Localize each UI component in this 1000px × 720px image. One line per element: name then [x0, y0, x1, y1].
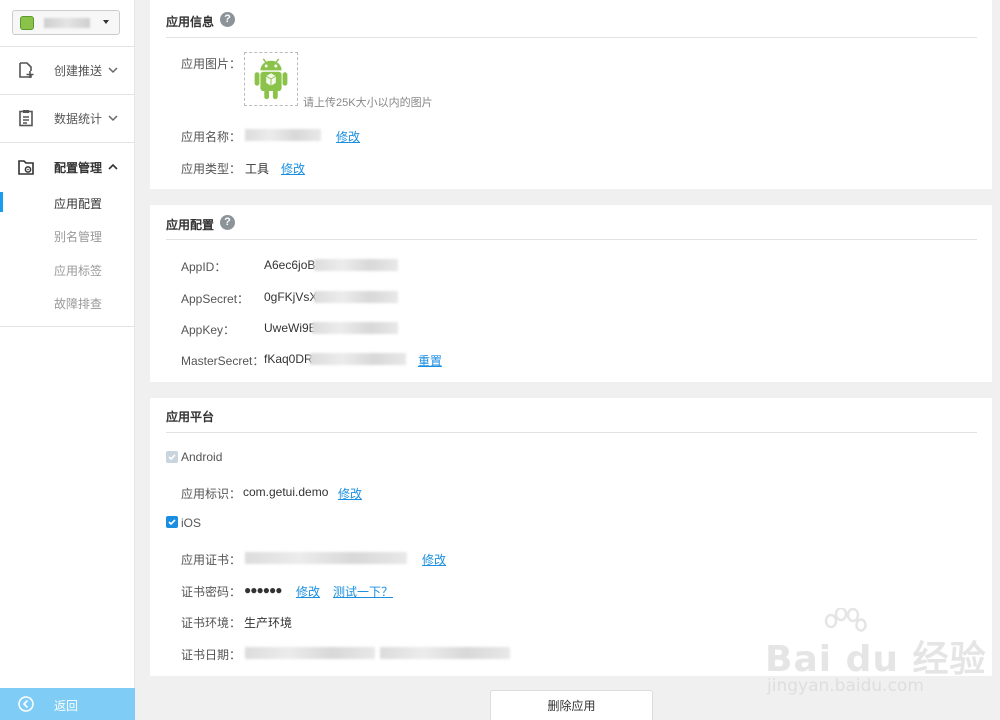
app-name-blurred — [44, 17, 90, 28]
folder-gear-icon — [18, 160, 34, 175]
mastersecret-label: MasterSecret： — [181, 354, 265, 368]
active-indicator — [0, 192, 3, 212]
app-name-blurred — [245, 129, 321, 141]
panel-title: 应用信息 — [166, 15, 215, 29]
back-label: 返回 — [54, 699, 79, 713]
divider — [0, 94, 135, 95]
image-size-hint: 请上传25K大小以内的图片 — [303, 97, 433, 109]
edit-app-name-link[interactable]: 修改 — [336, 128, 360, 145]
watermark-text: Bai du 经验 — [765, 639, 987, 680]
panel-title: 应用配置 — [166, 218, 215, 232]
back-button[interactable]: 返回 — [0, 688, 135, 720]
appid-blurred — [314, 259, 398, 271]
add-doc-icon — [19, 62, 34, 78]
nav-label: 数据统计 — [54, 111, 103, 126]
cert-date-end-blurred — [380, 647, 510, 659]
baidu-watermark: Bai du 经验 jingyan.baidu.com — [765, 608, 995, 700]
app-selector[interactable] — [12, 10, 120, 35]
app-image-label: 应用图片： — [181, 57, 242, 71]
appkey-value: UweWi9E — [264, 321, 317, 335]
test-password-link[interactable]: 测试一下？ — [333, 583, 393, 600]
mastersecret-value: fKaq0DR — [264, 352, 313, 366]
divider — [0, 46, 135, 47]
divider — [0, 326, 135, 327]
nav-create-push[interactable]: 创建推送 — [0, 59, 135, 81]
app-type-label: 应用类型： — [181, 162, 242, 176]
delete-app-button[interactable]: 删除应用 — [490, 690, 653, 720]
edit-password-link[interactable]: 修改 — [296, 583, 320, 600]
watermark-url: jingyan.baidu.com — [767, 676, 924, 696]
chevron-down-icon — [108, 115, 118, 122]
sub-item-troubleshoot[interactable]: 故障排查 — [54, 295, 102, 312]
nav-config-manage[interactable]: 配置管理 — [0, 156, 135, 178]
appid-label: AppID： — [181, 260, 227, 274]
cert-date-start-blurred — [245, 647, 375, 659]
help-icon[interactable]: ? — [220, 12, 235, 27]
edit-package-link[interactable]: 修改 — [338, 485, 362, 502]
caret-down-icon — [103, 20, 109, 24]
sub-item-alias-manage[interactable]: 别名管理 — [54, 228, 102, 245]
appkey-blurred — [312, 322, 398, 334]
cert-env-label: 证书环境： — [181, 616, 242, 630]
sidebar: 创建推送 数据统计 配置管理 应用配置 别名管理 应用标签 故障排查 返回 — [0, 0, 135, 720]
package-value: com.getui.demo — [243, 485, 329, 499]
cert-password-label: 证书密码： — [181, 585, 242, 599]
appid-value: A6ec6joB — [264, 258, 316, 272]
package-label: 应用标识： — [181, 487, 242, 501]
app-name-label: 应用名称： — [181, 130, 242, 144]
cert-blurred — [245, 552, 407, 564]
app-info-panel: 应用信息 ? 应用图片： 请上传25K大小以内的图片 应用名称： 修改 应用类型… — [150, 0, 992, 189]
nav-data-stats[interactable]: 数据统计 — [0, 107, 135, 129]
appsecret-value: 0gFKjVsX — [264, 290, 318, 304]
divider — [166, 239, 977, 240]
app-type-value: 工具 — [245, 162, 270, 176]
cert-env-value: 生产环境 — [244, 616, 293, 630]
divider — [0, 142, 135, 143]
android-robot-icon — [254, 58, 288, 100]
android-app-icon — [20, 15, 34, 30]
cert-password-value: ●●●●●● — [244, 583, 282, 597]
back-arrow-icon — [18, 696, 34, 712]
panel-title: 应用平台 — [166, 410, 215, 424]
nav-label: 创建推送 — [54, 63, 103, 78]
chevron-up-icon — [108, 163, 118, 170]
clipboard-icon — [19, 110, 33, 127]
help-icon[interactable]: ? — [220, 215, 235, 230]
checkmark-icon — [168, 454, 176, 461]
cert-label: 应用证书： — [181, 553, 242, 567]
reset-mastersecret-link[interactable]: 重置 — [418, 352, 442, 369]
checkmark-icon — [168, 519, 176, 526]
android-checkbox[interactable] — [166, 451, 178, 463]
app-image-upload[interactable] — [244, 52, 298, 106]
appkey-label: AppKey： — [181, 323, 236, 337]
edit-app-type-link[interactable]: 修改 — [281, 160, 305, 177]
ios-checkbox[interactable] — [166, 516, 178, 528]
sub-item-app-tags[interactable]: 应用标签 — [54, 262, 102, 279]
nav-label: 配置管理 — [54, 160, 103, 175]
app-config-panel: 应用配置 ? AppID： A6ec6joB AppSecret： 0gFKjV… — [150, 205, 992, 382]
appsecret-blurred — [314, 291, 398, 303]
cert-date-label: 证书日期： — [181, 648, 242, 662]
chevron-down-icon — [108, 67, 118, 74]
mastersecret-blurred — [310, 353, 406, 365]
appsecret-label: AppSecret： — [181, 292, 250, 306]
edit-cert-link[interactable]: 修改 — [422, 551, 446, 568]
ios-label: iOS — [181, 516, 202, 530]
divider — [166, 37, 977, 38]
android-label: Android — [181, 450, 223, 464]
divider — [166, 432, 977, 433]
sub-item-app-config[interactable]: 应用配置 — [54, 195, 102, 212]
